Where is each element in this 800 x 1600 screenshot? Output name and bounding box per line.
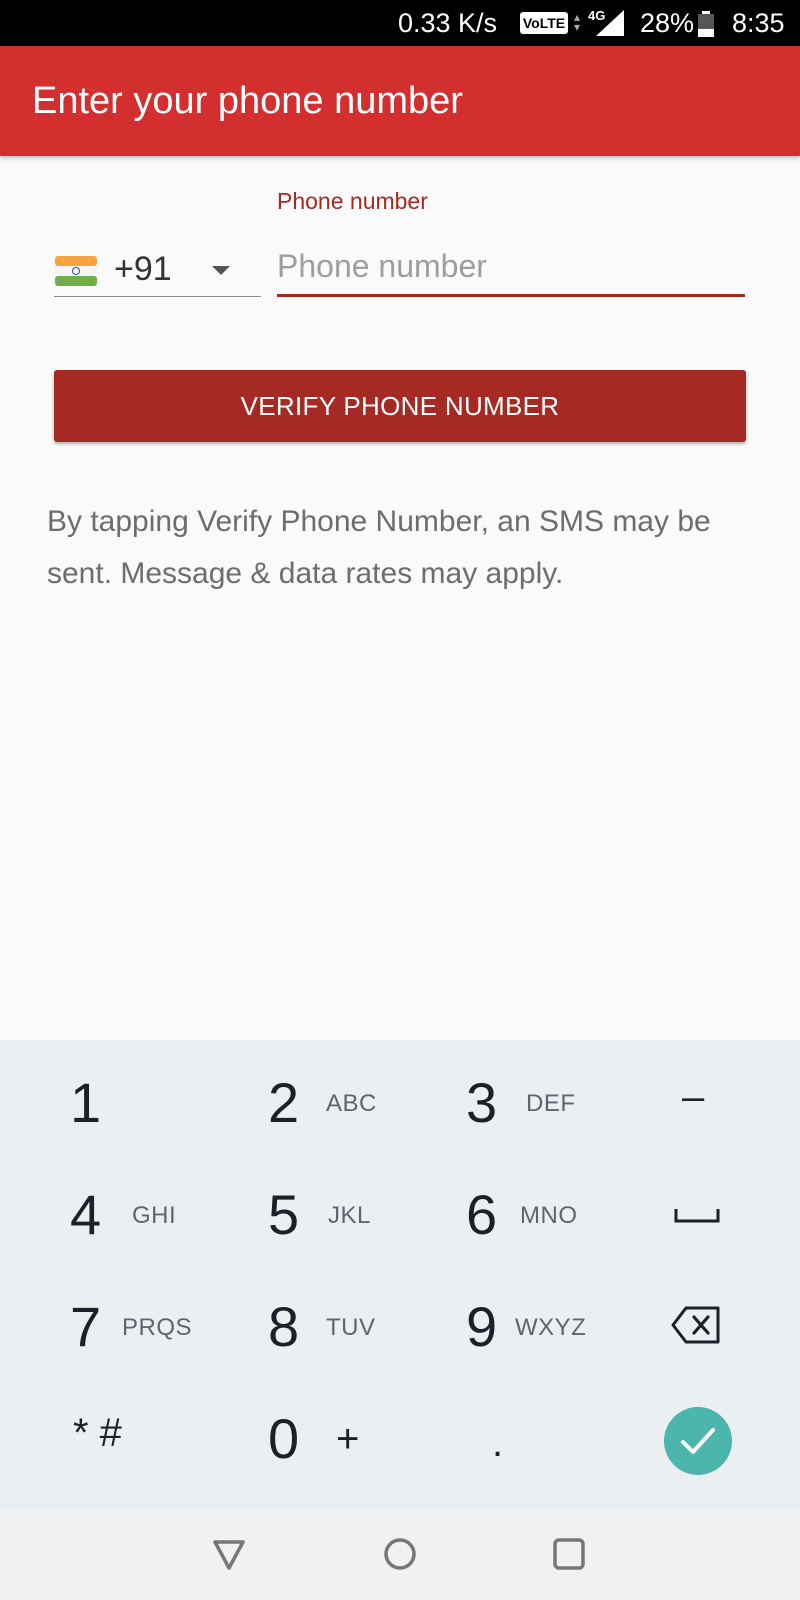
key-5[interactable]: 5 JKL bbox=[240, 1187, 400, 1287]
star-hash-symbol: * # bbox=[73, 1411, 122, 1455]
backspace-icon bbox=[671, 1306, 720, 1344]
key-6[interactable]: 6 MNO bbox=[440, 1187, 600, 1287]
india-flag-icon bbox=[55, 256, 97, 286]
phone-number-label: Phone number bbox=[277, 188, 428, 214]
key-digit: 0 bbox=[268, 1407, 300, 1470]
battery-icon bbox=[698, 11, 714, 37]
period-symbol: . bbox=[492, 1421, 504, 1465]
data-activity-icon: ▴ ▾ bbox=[574, 10, 581, 34]
space-bar-icon bbox=[674, 1209, 720, 1223]
dash-symbol: – bbox=[682, 1075, 705, 1119]
key-digit: 4 bbox=[70, 1183, 102, 1246]
page-title: Enter your phone number bbox=[32, 80, 463, 122]
volte-badge: VoLTE bbox=[520, 12, 568, 34]
key-2[interactable]: 2 ABC bbox=[240, 1075, 400, 1175]
key-letters: MNO bbox=[520, 1202, 578, 1229]
plus-symbol: + bbox=[336, 1417, 360, 1461]
star-hash-key[interactable]: * # bbox=[40, 1411, 200, 1511]
key-1[interactable]: 1 bbox=[40, 1075, 200, 1175]
chevron-down-icon bbox=[212, 266, 230, 275]
key-digit: 8 bbox=[268, 1295, 300, 1358]
country-code-picker[interactable]: +91 bbox=[54, 244, 261, 297]
key-digit: 1 bbox=[70, 1071, 102, 1134]
key-9[interactable]: 9 WXYZ bbox=[440, 1299, 600, 1399]
key-4[interactable]: 4 GHI bbox=[40, 1187, 200, 1287]
key-digit: 2 bbox=[268, 1071, 300, 1134]
key-7[interactable]: 7 PRQS bbox=[40, 1299, 200, 1399]
space-key[interactable] bbox=[640, 1187, 760, 1287]
backspace-key[interactable] bbox=[640, 1299, 760, 1399]
check-icon bbox=[681, 1428, 715, 1454]
status-bar: 0.33 K/s VoLTE ▴ ▾ 4G 28% 8:35 bbox=[0, 0, 800, 46]
key-letters: WXYZ bbox=[515, 1314, 587, 1341]
key-letters: TUV bbox=[326, 1314, 376, 1341]
key-8[interactable]: 8 TUV bbox=[240, 1299, 400, 1399]
done-key[interactable] bbox=[664, 1407, 732, 1475]
country-code: +91 bbox=[114, 250, 172, 288]
navigation-bar bbox=[0, 1508, 800, 1600]
circle-home-icon[interactable] bbox=[378, 1532, 422, 1576]
key-digit: 7 bbox=[70, 1295, 102, 1358]
key-letters: ABC bbox=[326, 1090, 377, 1117]
key-letters: GHI bbox=[132, 1202, 177, 1229]
key-digit: 3 bbox=[466, 1071, 498, 1134]
key-3[interactable]: 3 DEF bbox=[440, 1075, 600, 1175]
key-letters: JKL bbox=[328, 1202, 371, 1229]
key-digit: 9 bbox=[466, 1295, 498, 1358]
dash-key[interactable]: – bbox=[640, 1075, 760, 1175]
app-bar: Enter your phone number bbox=[0, 46, 800, 156]
key-digit: 5 bbox=[268, 1183, 300, 1246]
key-letters: DEF bbox=[526, 1090, 576, 1117]
sms-disclaimer: By tapping Verify Phone Number, an SMS m… bbox=[47, 505, 711, 590]
period-key[interactable]: . bbox=[440, 1411, 600, 1511]
key-digit: 6 bbox=[466, 1183, 498, 1246]
verify-phone-number-button[interactable]: VERIFY PHONE NUMBER bbox=[54, 370, 746, 442]
phone-number-input[interactable] bbox=[277, 238, 745, 297]
clock: 8:35 bbox=[732, 8, 785, 38]
signal-icon bbox=[596, 10, 624, 36]
square-recents-icon[interactable] bbox=[547, 1532, 591, 1576]
key-0[interactable]: 0 + bbox=[240, 1411, 400, 1511]
network-speed: 0.33 K/s bbox=[398, 8, 498, 38]
triangle-back-icon[interactable] bbox=[207, 1532, 251, 1576]
battery-percent: 28% bbox=[640, 8, 695, 38]
key-letters: PRQS bbox=[122, 1314, 193, 1341]
